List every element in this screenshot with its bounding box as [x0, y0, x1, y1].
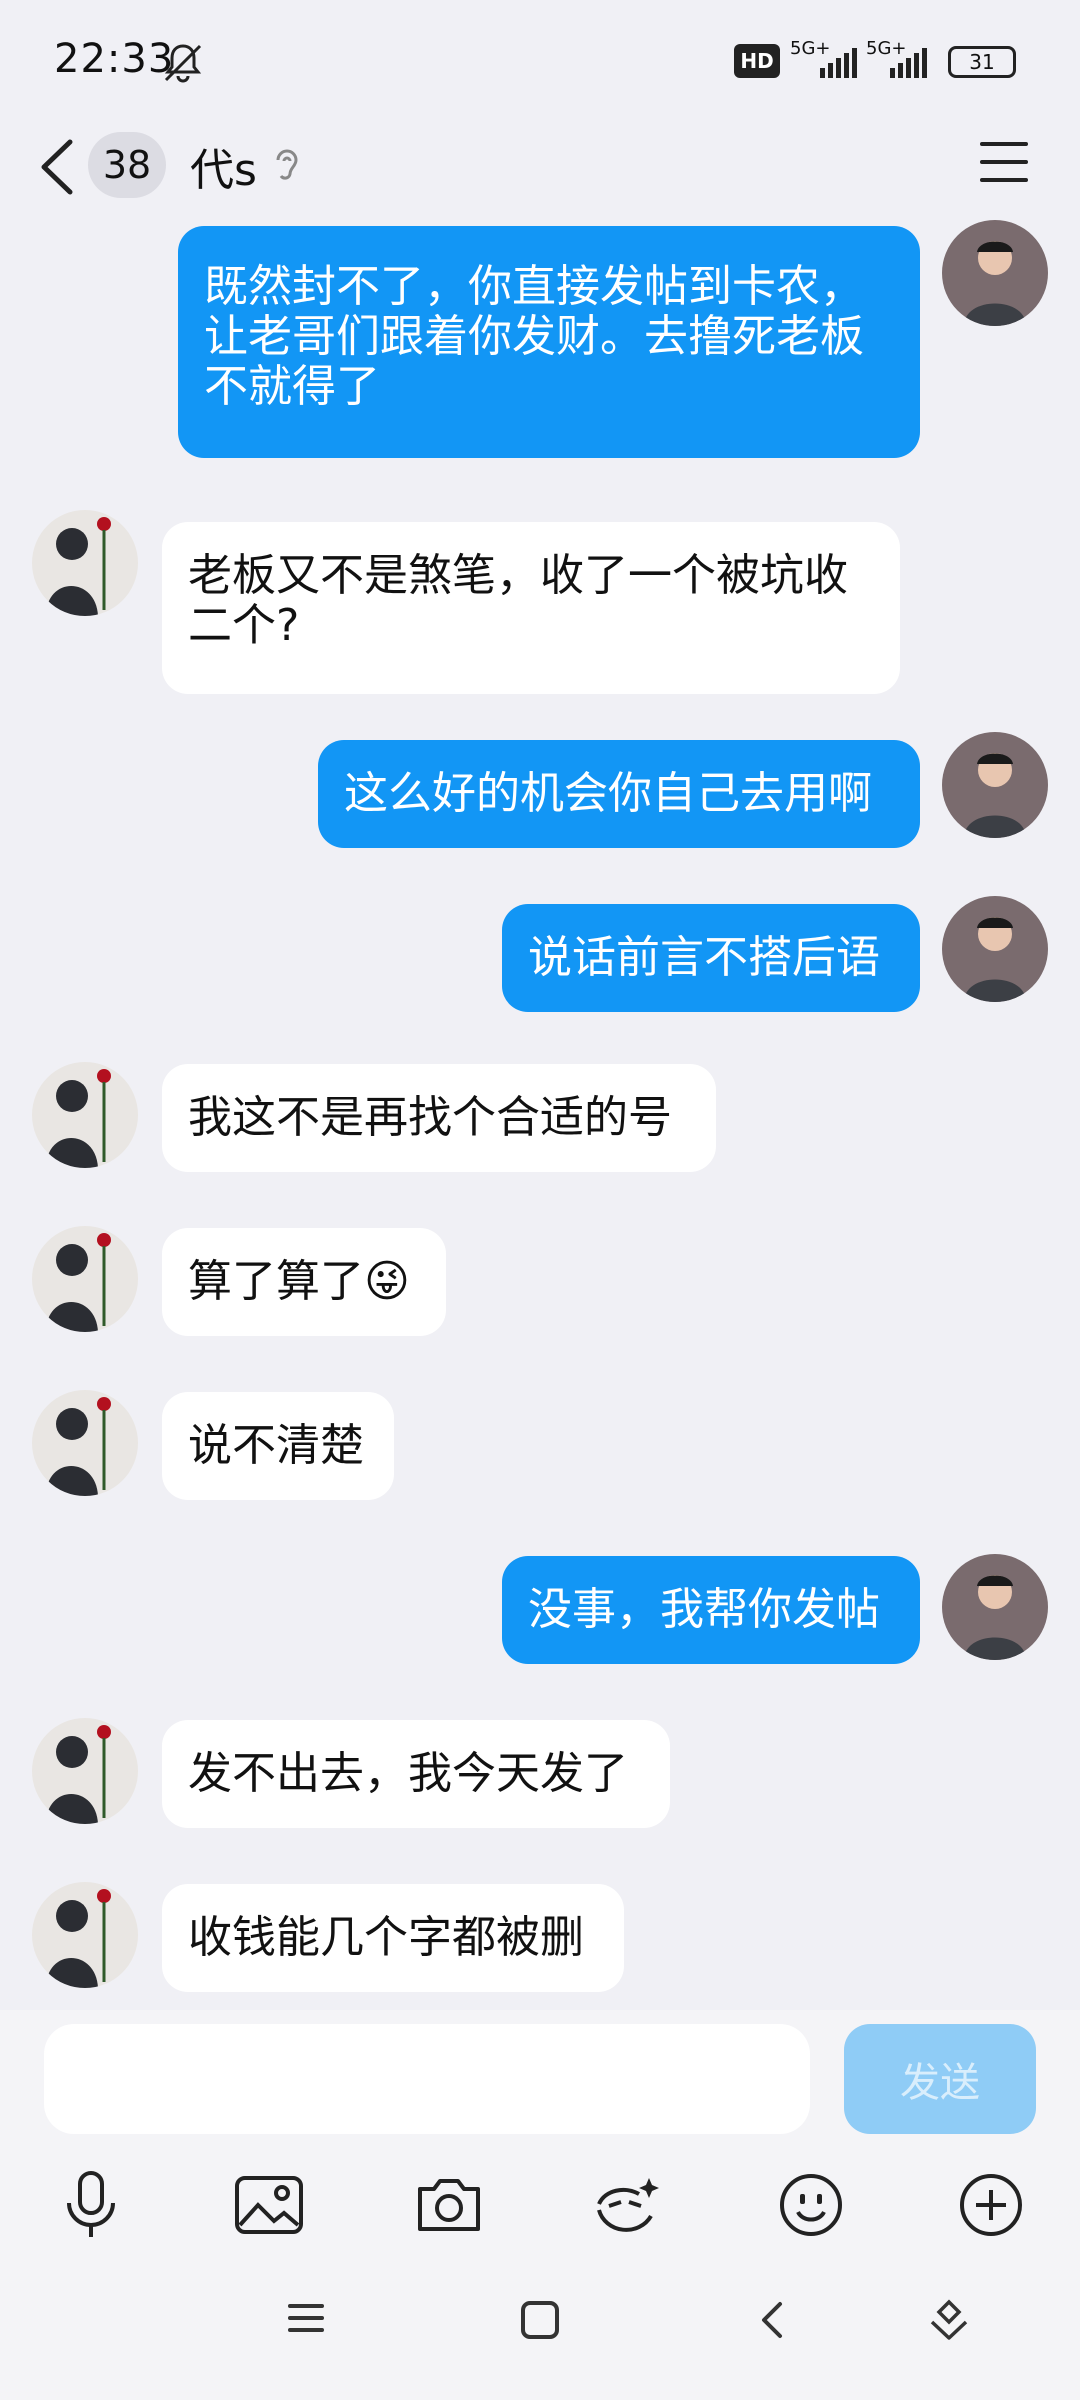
chat-header: 38 代s	[0, 120, 1080, 210]
message-bubble[interactable]: 说不清楚	[162, 1392, 394, 1500]
voice-button[interactable]	[46, 2160, 136, 2250]
unread-count-badge[interactable]: 38	[88, 132, 166, 198]
self-avatar[interactable]	[942, 220, 1048, 326]
message-bubble[interactable]: 说话前言不搭后语	[502, 904, 920, 1012]
mute-bell-icon	[164, 44, 202, 83]
plus-circle-icon	[960, 2174, 1022, 2236]
emoji-button[interactable]	[766, 2160, 856, 2250]
contact-avatar[interactable]	[32, 1226, 138, 1332]
sparkle-face-icon	[597, 2178, 659, 2232]
message-input[interactable]	[44, 2024, 810, 2134]
super-expression-button[interactable]	[582, 2160, 672, 2250]
message-bubble[interactable]: 没事，我帮你发帖	[502, 1556, 920, 1664]
nav-recents-icon[interactable]	[284, 2298, 328, 2338]
nav-back-icon[interactable]	[752, 2298, 792, 2342]
image-icon	[235, 2176, 303, 2234]
earpiece-mode-icon[interactable]	[272, 144, 302, 184]
self-avatar[interactable]	[942, 732, 1048, 838]
nav-home-icon[interactable]	[518, 2298, 562, 2342]
status-bar: 22:33 HD 5G+ 5G+ 31	[0, 0, 1080, 120]
status-time: 22:33	[54, 36, 175, 82]
message-bubble[interactable]: 既然封不了，你直接发帖到卡农， 让老哥们跟着你发财。去撸死老板 不就得了	[178, 226, 920, 458]
contact-avatar[interactable]	[32, 1718, 138, 1824]
signal-icon	[820, 48, 857, 78]
photo-button[interactable]	[224, 2160, 314, 2250]
more-button[interactable]	[946, 2160, 1036, 2250]
message-bubble[interactable]: 老板又不是煞笔，收了一个被坑收 二个?	[162, 522, 900, 694]
message-bubble[interactable]: 我这不是再找个合适的号	[162, 1064, 716, 1172]
contact-avatar[interactable]	[32, 1390, 138, 1496]
composer: 发送	[0, 2010, 1080, 2400]
contact-avatar[interactable]	[32, 510, 138, 616]
message-bubble[interactable]: 收钱能几个字都被删	[162, 1884, 624, 1992]
smiley-icon	[780, 2174, 842, 2236]
contact-avatar[interactable]	[32, 1882, 138, 1988]
self-avatar[interactable]	[942, 1554, 1048, 1660]
self-avatar[interactable]	[942, 896, 1048, 1002]
nav-assistant-icon[interactable]	[926, 2298, 972, 2344]
send-button[interactable]: 发送	[844, 2024, 1036, 2134]
message-bubble[interactable]: 算了算了😜	[162, 1228, 446, 1336]
microphone-icon	[67, 2171, 115, 2237]
chat-title[interactable]: 代s	[190, 134, 257, 198]
contact-avatar[interactable]	[32, 1062, 138, 1168]
camera-button[interactable]	[404, 2160, 494, 2250]
menu-icon[interactable]	[976, 138, 1032, 188]
battery-icon: 31	[948, 46, 1016, 78]
message-bubble[interactable]: 这么好的机会你自己去用啊	[318, 740, 920, 848]
signal-icon-2	[890, 48, 927, 78]
camera-icon	[418, 2179, 480, 2231]
back-arrow-icon[interactable]	[30, 132, 90, 202]
message-list[interactable]: 既然封不了，你直接发帖到卡农， 让老哥们跟着你发财。去撸死老板 不就得了 老板又…	[0, 210, 1080, 2010]
hd-icon: HD	[734, 44, 780, 78]
message-bubble[interactable]: 发不出去，我今天发了	[162, 1720, 670, 1828]
